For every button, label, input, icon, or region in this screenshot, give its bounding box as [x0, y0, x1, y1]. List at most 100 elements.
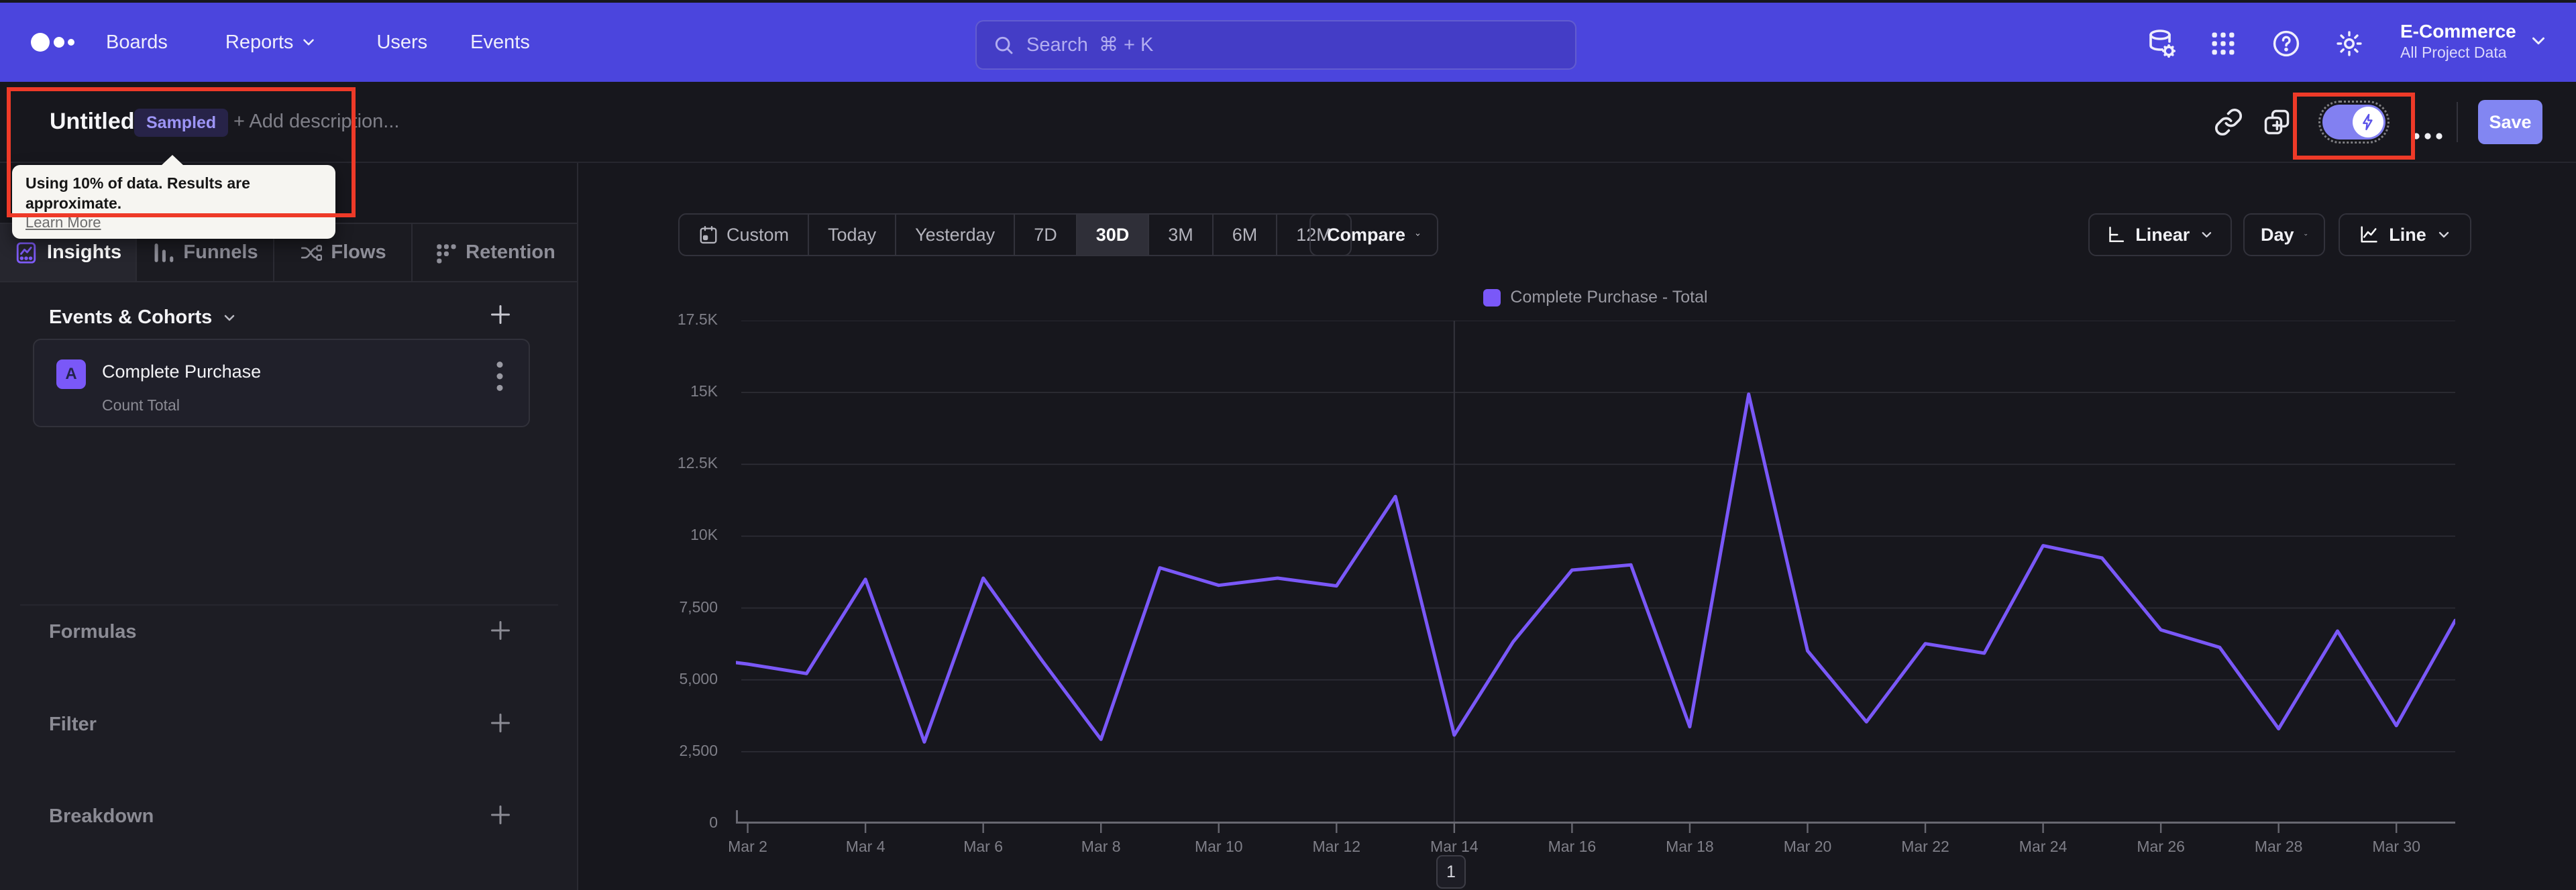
report-header-bar: Untitled Sampled + Add description... Sa…	[0, 82, 2576, 163]
mixpanel-logo-icon[interactable]	[30, 29, 94, 56]
y-axis-label: 10K	[690, 526, 718, 544]
plus-icon	[491, 621, 510, 640]
range-label: Yesterday	[915, 224, 996, 245]
divider	[20, 604, 558, 606]
nav-item-label: Events	[470, 31, 530, 53]
add-formula-button[interactable]	[487, 617, 514, 644]
x-axis-label: Mar 22	[1901, 838, 1949, 855]
legend-label: Complete Purchase - Total	[1510, 288, 1708, 307]
sampling-toggle[interactable]	[2318, 101, 2390, 144]
range-button-6m[interactable]: 6M	[1214, 215, 1278, 255]
x-axis-label: Mar 26	[2137, 838, 2185, 855]
range-button-3m[interactable]: 3M	[1149, 215, 1214, 255]
query-builder-panel: Insights Funnels Flows Retention Events …	[0, 163, 578, 890]
range-label: Custom	[727, 224, 790, 245]
nav-item-label: Reports	[225, 31, 294, 53]
compare-button[interactable]: Compare	[1309, 213, 1438, 256]
plus-icon	[491, 714, 510, 732]
pagination-page-1[interactable]: 1	[1436, 855, 1466, 889]
project-scope: All Project Data	[2400, 44, 2507, 61]
add-description[interactable]: + Add description...	[233, 82, 399, 162]
range-label: 30D	[1095, 224, 1130, 245]
range-label: 7D	[1034, 224, 1057, 245]
retention-icon	[437, 243, 456, 264]
legend-item[interactable]: Complete Purchase - Total	[736, 288, 2455, 307]
data-management-icon[interactable]	[2145, 27, 2178, 60]
more-options-icon[interactable]	[2410, 126, 2447, 146]
search-bar[interactable]	[975, 20, 1576, 70]
range-button-custom[interactable]: Custom	[680, 215, 810, 255]
scale-dropdown[interactable]: Linear	[2088, 213, 2232, 256]
sampled-badge[interactable]: Sampled	[134, 109, 229, 137]
tab-label: Retention	[466, 241, 555, 263]
add-event-button[interactable]	[487, 301, 514, 328]
copy-link-icon[interactable]	[2214, 107, 2243, 137]
flows-icon	[301, 244, 323, 261]
event-options-kebab-icon[interactable]	[495, 359, 504, 394]
tab-label: Flows	[331, 241, 386, 263]
range-button-today[interactable]: Today	[809, 215, 897, 255]
tab-retention[interactable]: Retention	[413, 224, 577, 281]
nav-item-label: Boards	[106, 31, 168, 53]
line-chart	[736, 321, 2455, 833]
chevron-down-icon	[225, 315, 235, 321]
add-breakdown-button[interactable]	[487, 801, 514, 828]
search-icon	[995, 36, 1013, 54]
section-breakdown[interactable]: Breakdown	[49, 805, 154, 828]
sampling-tooltip: Using 10% of data. Results are approxima…	[12, 155, 335, 239]
calendar-icon	[700, 225, 717, 244]
y-axis-label: 5,000	[679, 669, 718, 687]
y-axis-label: 15K	[690, 382, 718, 400]
chart-pane: Custom Today Yesterday 7D 30D 3M 6M 12M Compare…	[578, 163, 2576, 890]
event-name: Complete Purchase	[102, 361, 262, 382]
range-button-7d[interactable]: 7D	[1015, 215, 1077, 255]
plus-icon	[491, 305, 510, 324]
nav-item-events[interactable]: Events	[470, 32, 530, 54]
learn-more-link[interactable]: Learn More	[25, 213, 101, 232]
top-nav: Boards Reports Users Events Search ⌘ + K…	[0, 3, 2576, 82]
duplicate-icon[interactable]	[2262, 107, 2292, 137]
lightning-bolt-icon	[2363, 113, 2373, 131]
section-formulas[interactable]: Formulas	[49, 621, 137, 643]
report-title[interactable]: Untitled	[50, 82, 135, 162]
range-label: Today	[828, 224, 877, 245]
chevron-down-icon	[2438, 231, 2449, 238]
tab-label: Funnels	[183, 241, 258, 263]
help-icon[interactable]	[2271, 29, 2301, 58]
settings-gear-icon[interactable]	[2334, 29, 2364, 58]
interval-label: Day	[2261, 224, 2294, 245]
nav-item-users[interactable]: Users	[376, 32, 427, 54]
chart-type-dropdown[interactable]: Line	[2339, 213, 2471, 256]
range-button-yesterday[interactable]: Yesterday	[896, 215, 1016, 255]
builder-body: Events & Cohorts A Complete Purchase Cou…	[0, 282, 577, 890]
range-button-30d[interactable]: 30D	[1077, 215, 1150, 255]
nav-item-boards[interactable]: Boards	[106, 32, 168, 54]
tooltip-text: Using 10% of data. Results are approxima…	[25, 174, 250, 212]
apps-grid-icon[interactable]	[2208, 29, 2238, 58]
chevron-down-icon	[1415, 233, 1420, 236]
x-axis-label: Mar 12	[1312, 838, 1361, 855]
add-filter-button[interactable]	[487, 710, 514, 736]
scale-label: Linear	[2135, 224, 2190, 245]
chevron-down-icon	[2304, 233, 2307, 236]
event-card[interactable]: A Complete Purchase Count Total	[33, 339, 530, 427]
events-cohorts-header[interactable]: Events & Cohorts	[49, 307, 237, 329]
section-filter[interactable]: Filter	[49, 714, 97, 736]
project-switcher[interactable]: E-Commerce All Project Data	[2400, 20, 2548, 62]
search-input[interactable]	[1025, 33, 1559, 57]
save-button[interactable]: Save	[2478, 100, 2542, 144]
x-axis-label: Mar 24	[2019, 838, 2068, 855]
x-axis-label: Mar 6	[963, 838, 1004, 855]
x-axis-label: Mar 14	[1430, 838, 1479, 855]
range-label: 3M	[1168, 224, 1193, 245]
x-axis-label: Mar 4	[845, 838, 885, 855]
y-axis-label: 7,500	[679, 598, 718, 616]
tab-label: Insights	[46, 241, 122, 263]
toggle-knob	[2353, 107, 2383, 137]
x-axis-label: Mar 10	[1194, 838, 1243, 855]
interval-dropdown[interactable]: Day	[2243, 213, 2325, 256]
nav-item-reports[interactable]: Reports	[225, 32, 318, 54]
event-metric[interactable]: Count Total	[102, 396, 180, 414]
x-axis-label: Mar 20	[1783, 838, 1832, 855]
legend-swatch	[1483, 288, 1501, 307]
